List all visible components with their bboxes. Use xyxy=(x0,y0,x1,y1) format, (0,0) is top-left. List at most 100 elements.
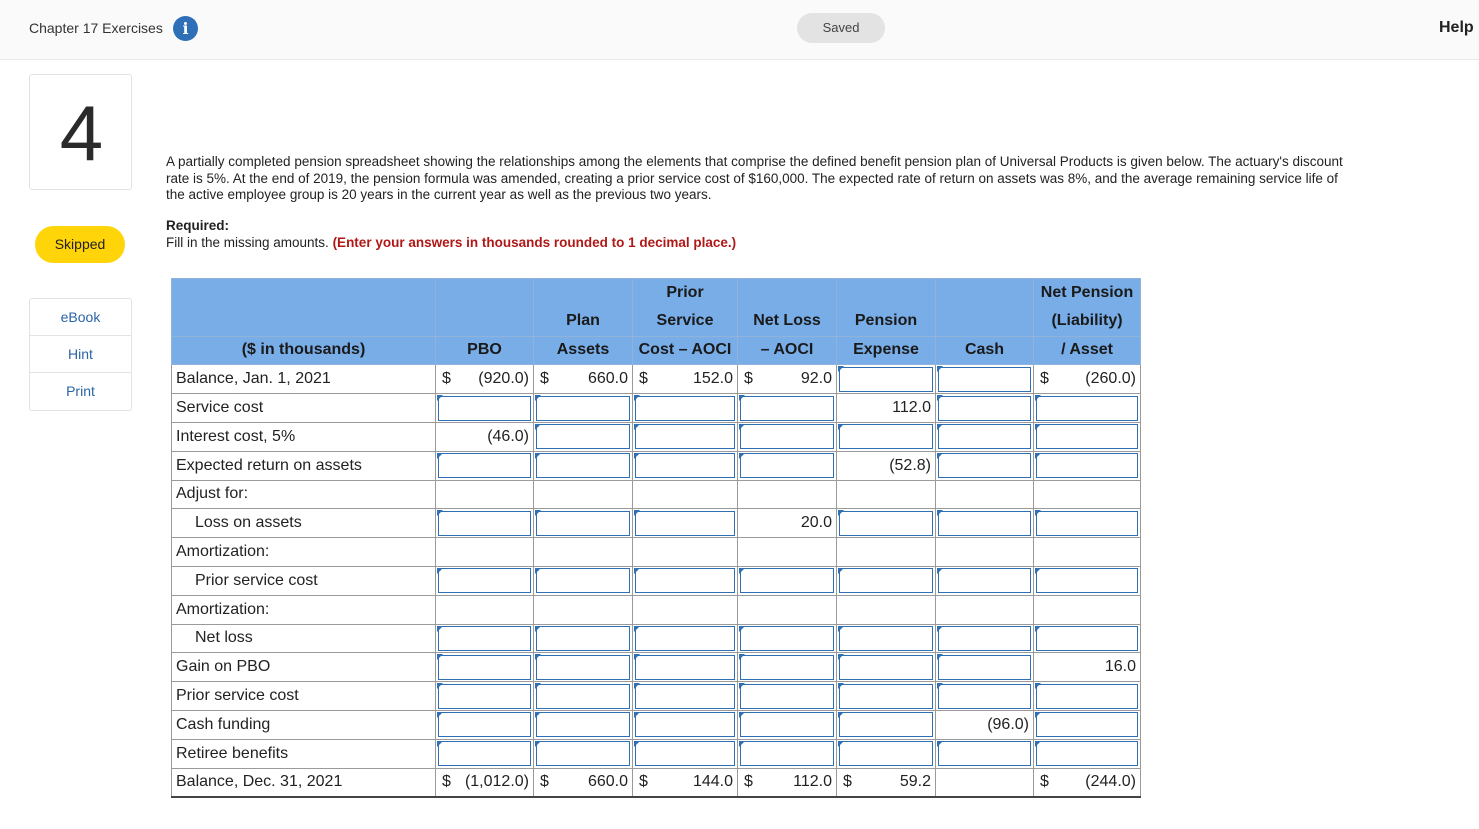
amount-input[interactable] xyxy=(938,510,1031,536)
amount-input[interactable] xyxy=(1036,683,1138,709)
amount-input[interactable] xyxy=(839,424,933,450)
amount-input[interactable] xyxy=(635,654,735,680)
amount-input[interactable] xyxy=(536,654,630,680)
amount-input[interactable] xyxy=(740,424,834,450)
cell-cash xyxy=(935,681,1034,711)
amount-input[interactable] xyxy=(635,712,735,738)
cell-plan-assets xyxy=(533,623,633,654)
amount-input[interactable] xyxy=(536,741,630,767)
amount-input[interactable] xyxy=(839,510,933,536)
cell-pbo xyxy=(435,709,534,740)
amount-value: 660.0 xyxy=(587,370,628,388)
amount-input[interactable] xyxy=(438,712,531,738)
amount-input[interactable] xyxy=(1036,510,1138,536)
amount-input[interactable] xyxy=(438,395,531,421)
amount-input[interactable] xyxy=(536,510,630,536)
amount-input[interactable] xyxy=(536,424,630,450)
amount-input[interactable] xyxy=(536,453,630,479)
amount-input[interactable] xyxy=(938,625,1031,651)
cell-prior-service-cost xyxy=(632,565,738,596)
amount-input[interactable] xyxy=(536,625,630,651)
currency-symbol: $ xyxy=(442,370,451,388)
cell-net-loss: 20.0 xyxy=(737,508,837,539)
column-header-prior-service-cost: Cost – AOCI xyxy=(632,335,738,366)
amount-input[interactable] xyxy=(536,683,630,709)
amount-value: 92.0 xyxy=(800,370,832,388)
amount-input[interactable] xyxy=(438,625,531,651)
table-row: Gain on PBO 16.0 xyxy=(171,652,1141,683)
cell-net-pension xyxy=(1033,421,1141,452)
amount-input[interactable] xyxy=(635,395,735,421)
amount-input[interactable] xyxy=(635,683,735,709)
amount-input[interactable] xyxy=(635,625,735,651)
amount-input[interactable] xyxy=(839,568,933,594)
column-header-pbo xyxy=(435,278,534,308)
amount-input[interactable] xyxy=(740,453,834,479)
cell-net-loss xyxy=(737,421,837,452)
amount-input[interactable] xyxy=(1036,453,1138,479)
amount-input[interactable] xyxy=(740,683,834,709)
table-row: Cash funding (96.0) xyxy=(171,709,1141,740)
amount-input[interactable] xyxy=(438,683,531,709)
amount-input[interactable] xyxy=(438,453,531,479)
amount-input[interactable] xyxy=(740,712,834,738)
required-note: (Enter your answers in thousands rounded… xyxy=(332,235,737,250)
row-label: Service cost xyxy=(171,393,436,423)
amount-input[interactable] xyxy=(740,654,834,680)
amount-input[interactable] xyxy=(635,453,735,479)
cell-pension-expense xyxy=(836,508,936,539)
amount-input[interactable] xyxy=(1036,395,1138,421)
row-label: Expected return on assets xyxy=(171,450,436,481)
amount-input[interactable] xyxy=(635,568,735,594)
amount-input[interactable] xyxy=(536,712,630,738)
row-label: Amortization: xyxy=(171,594,436,625)
amount-input[interactable] xyxy=(1036,741,1138,767)
amount-value: 660.0 xyxy=(587,773,628,791)
ebook-button[interactable]: eBook xyxy=(30,299,131,336)
amount-input[interactable] xyxy=(938,395,1031,421)
amount-input[interactable] xyxy=(635,510,735,536)
amount-input[interactable] xyxy=(635,424,735,450)
amount-input[interactable] xyxy=(438,510,531,536)
help-link[interactable]: Help xyxy=(1439,19,1474,37)
amount-input[interactable] xyxy=(839,625,933,651)
row-label: Loss on assets xyxy=(171,508,436,539)
column-header-net-pension: / Asset xyxy=(1033,335,1141,366)
amount-input[interactable] xyxy=(438,568,531,594)
cell-cash: (96.0) xyxy=(935,709,1034,740)
hint-button[interactable]: Hint xyxy=(30,336,131,373)
amount-input[interactable] xyxy=(536,568,630,594)
row-label: Adjust for: xyxy=(171,479,436,510)
amount-input[interactable] xyxy=(839,366,933,392)
amount-input[interactable] xyxy=(839,741,933,767)
amount-input[interactable] xyxy=(740,741,834,767)
amount-input[interactable] xyxy=(938,741,1031,767)
info-icon[interactable]: i xyxy=(173,16,198,41)
amount-input[interactable] xyxy=(938,683,1031,709)
print-button[interactable]: Print xyxy=(30,373,131,410)
amount-input[interactable] xyxy=(740,395,834,421)
amount-input[interactable] xyxy=(438,741,531,767)
amount-input[interactable] xyxy=(839,654,933,680)
amount-input[interactable] xyxy=(938,453,1031,479)
amount-input[interactable] xyxy=(1036,568,1138,594)
amount-input[interactable] xyxy=(938,366,1031,392)
amount-input[interactable] xyxy=(938,654,1031,680)
amount-input[interactable] xyxy=(1036,625,1138,651)
amount-input[interactable] xyxy=(938,568,1031,594)
amount-input[interactable] xyxy=(1036,424,1138,450)
amount-input[interactable] xyxy=(839,683,933,709)
amount-input[interactable] xyxy=(839,712,933,738)
amount-input[interactable] xyxy=(1036,712,1138,738)
amount-input[interactable] xyxy=(438,654,531,680)
cell-net-pension xyxy=(1033,681,1141,711)
cell-net-loss: $92.0 xyxy=(737,364,837,395)
amount-input[interactable] xyxy=(740,568,834,594)
column-header-plan-assets: Plan xyxy=(533,307,633,337)
cell-cash xyxy=(935,421,1034,452)
amount-input[interactable] xyxy=(635,741,735,767)
amount-input[interactable] xyxy=(938,424,1031,450)
amount-input[interactable] xyxy=(536,395,630,421)
amount-input[interactable] xyxy=(740,625,834,651)
cell-net-pension xyxy=(1033,565,1141,596)
